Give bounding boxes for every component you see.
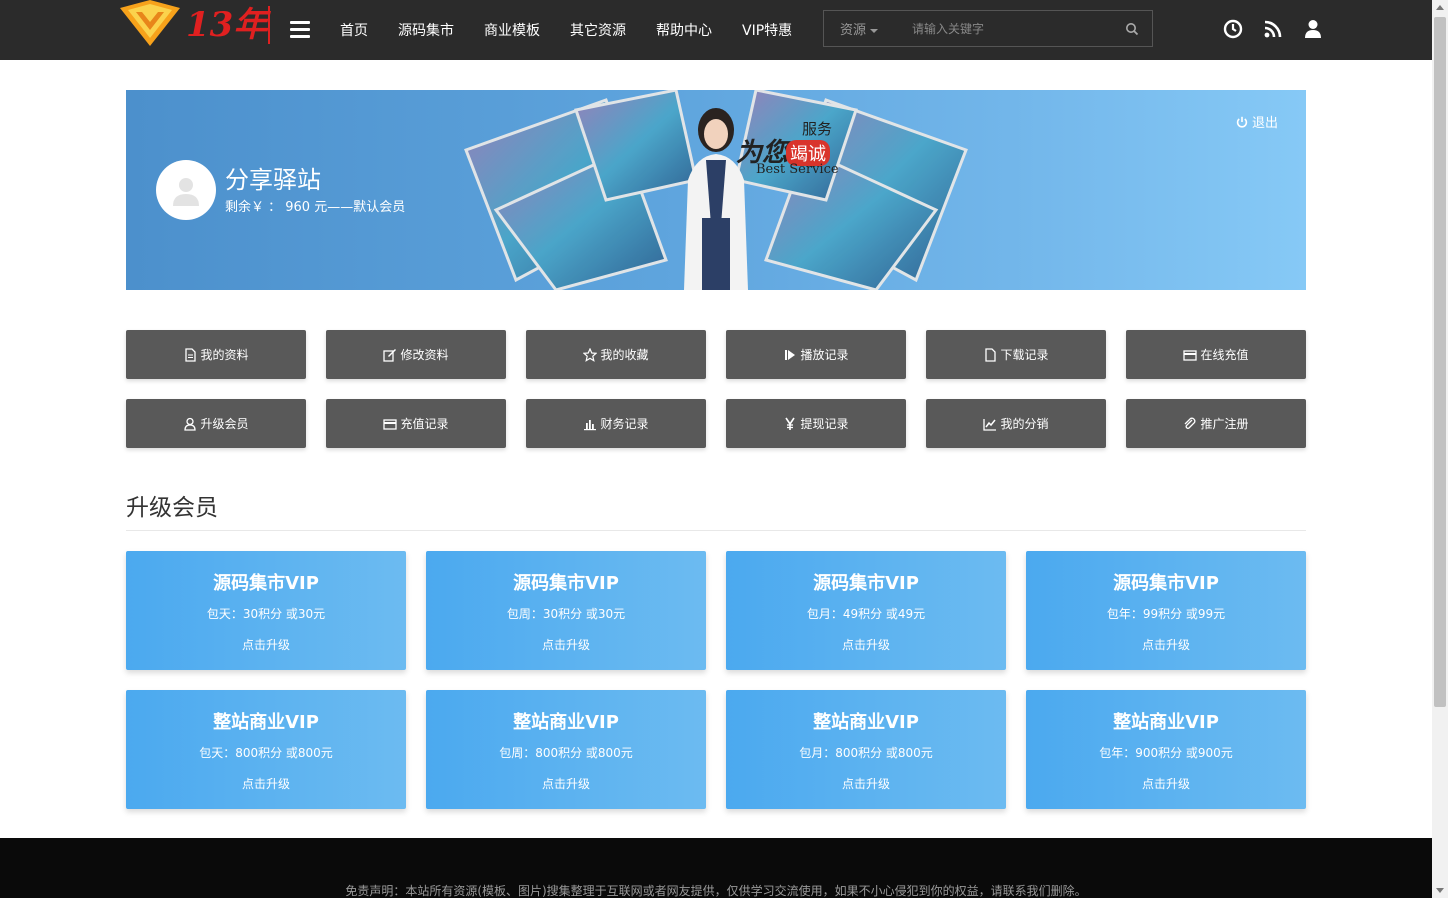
my-favorites-button[interactable]: 我的收藏	[526, 330, 706, 379]
edit-profile-button[interactable]: 修改资料	[326, 330, 506, 379]
vip-title: 整站商业VIP	[213, 712, 319, 733]
upgrade-member-button[interactable]: 升级会员	[126, 399, 306, 448]
vip-card[interactable]: 源码集市VIP 包年：99积分 或99元 点击升级	[1026, 551, 1306, 670]
online-recharge-button[interactable]: 在线充值	[1126, 330, 1306, 379]
yen-icon	[785, 417, 796, 430]
banner-laptops-image	[464, 90, 968, 290]
vip-card[interactable]: 源码集市VIP 包月：49积分 或49元 点击升级	[726, 551, 1006, 670]
vip-card[interactable]: 整站商业VIP 包年：900积分 或900元 点击升级	[1026, 690, 1306, 809]
main-nav: 首页 源码集市 商业模板 其它资源 帮助中心 VIP特惠	[340, 0, 822, 60]
section-title: 升级会员	[126, 495, 218, 521]
vip-upgrade-button[interactable]: 点击升级	[1026, 636, 1306, 653]
username: 分享驿站	[225, 166, 321, 194]
my-distribution-button[interactable]: 我的分销	[926, 399, 1106, 448]
referral-register-button[interactable]: 推广注册	[1126, 399, 1306, 448]
logo-text: 13年	[186, 5, 271, 45]
user-outline-icon	[184, 417, 197, 431]
my-profile-button[interactable]: 我的资料	[126, 330, 306, 379]
search-icon[interactable]	[1112, 11, 1152, 46]
vip-card[interactable]: 整站商业VIP 包天：800积分 或800元 点击升级	[126, 690, 406, 809]
vip-upgrade-button[interactable]: 点击升级	[126, 636, 406, 653]
slogan-best-service: Best Service	[756, 162, 839, 177]
footer: 免责声明：本站所有资源(模板、图片)搜集整理于互联网或者网友提供，仅供学习交流使…	[0, 838, 1432, 898]
vip-upgrade-button[interactable]: 点击升级	[726, 775, 1006, 792]
vip-price: 包月：49积分 或49元	[806, 607, 926, 621]
top-icons	[1222, 18, 1324, 40]
vip-card[interactable]: 整站商业VIP 包周：800积分 或800元 点击升级	[426, 690, 706, 809]
bar-chart-icon	[584, 419, 597, 430]
profile-banner: 服务 为您 竭诚 Best Service 分享驿站 剩余￥ ： 960 元——…	[126, 90, 1306, 290]
vip-upgrade-button[interactable]: 点击升级	[426, 775, 706, 792]
scroll-thumb[interactable]	[1434, 17, 1446, 707]
footer-disclaimer: 免责声明：本站所有资源(模板、图片)搜集整理于互联网或者网友提供，仅供学习交流使…	[345, 884, 1087, 898]
vip-card[interactable]: 源码集市VIP 包周：30积分 或30元 点击升级	[426, 551, 706, 670]
vip-card[interactable]: 源码集市VIP 包天：30积分 或30元 点击升级	[126, 551, 406, 670]
rss-icon[interactable]	[1262, 18, 1284, 40]
vip-price: 包年：99积分 或99元	[1106, 607, 1226, 621]
logout-button[interactable]: 退出	[1236, 112, 1278, 131]
section-divider	[126, 530, 1306, 531]
file-icon	[985, 347, 997, 362]
vip-price: 包天：30积分 或30元	[206, 607, 326, 621]
site-logo[interactable]: 13年	[118, 0, 273, 50]
play-history-button[interactable]: 播放记录	[726, 330, 906, 379]
vip-price: 包周：800积分 或800元	[499, 746, 633, 760]
search-box: 资源	[823, 10, 1153, 47]
vip-title: 源码集市VIP	[513, 573, 619, 594]
vip-upgrade-button[interactable]: 点击升级	[726, 636, 1006, 653]
vip-title: 源码集市VIP	[813, 573, 919, 594]
vip-title: 源码集市VIP	[213, 573, 319, 594]
vip-title: 整站商业VIP	[513, 712, 619, 733]
nav-help-center[interactable]: 帮助中心	[656, 20, 712, 40]
search-input[interactable]	[896, 11, 1112, 46]
document-icon	[185, 347, 197, 362]
vip-price: 包月：800积分 或800元	[799, 746, 933, 760]
top-navbar: 13年 首页 源码集市 商业模板 其它资源 帮助中心 VIP特惠 资源	[0, 0, 1432, 60]
paperclip-icon	[1185, 417, 1196, 429]
vip-upgrade-button[interactable]: 点击升级	[126, 775, 406, 792]
line-chart-icon	[983, 418, 997, 431]
finance-records-button[interactable]: 财务记录	[526, 399, 706, 448]
power-icon	[1236, 116, 1248, 128]
vip-title: 整站商业VIP	[1113, 712, 1219, 733]
play-icon	[785, 349, 796, 360]
star-icon	[583, 347, 598, 362]
scroll-up-arrow[interactable]	[1436, 5, 1444, 10]
vip-upgrade-button[interactable]: 点击升级	[1026, 775, 1306, 792]
download-history-button[interactable]: 下载记录	[926, 330, 1106, 379]
nav-vip-deals[interactable]: VIP特惠	[742, 20, 792, 40]
page-scrollbar[interactable]	[1432, 0, 1448, 898]
recharge-history-button[interactable]: 充值记录	[326, 399, 506, 448]
nav-home[interactable]: 首页	[340, 20, 368, 40]
scroll-down-arrow[interactable]	[1436, 888, 1444, 893]
clock-icon[interactable]	[1222, 18, 1244, 40]
edit-icon	[383, 348, 397, 362]
withdraw-history-button[interactable]: 提现记录	[726, 399, 906, 448]
card-icon	[1183, 349, 1198, 361]
user-icon[interactable]	[1302, 18, 1324, 40]
logout-label: 退出	[1251, 116, 1278, 131]
vip-price: 包年：900积分 或900元	[1099, 746, 1233, 760]
balance-info: 剩余￥ ： 960 元——默认会员	[225, 200, 406, 215]
vip-price: 包天：800积分 或800元	[199, 746, 333, 760]
nav-source-market[interactable]: 源码集市	[398, 20, 454, 40]
card-icon	[383, 418, 398, 430]
search-category-dropdown[interactable]: 资源	[824, 19, 896, 38]
vip-price: 包周：30积分 或30元	[506, 607, 626, 621]
vip-title: 整站商业VIP	[813, 712, 919, 733]
nav-other-resources[interactable]: 其它资源	[570, 20, 626, 40]
account-actions: 我的资料 修改资料 我的收藏 播放记录 下载记录 在线充值 升级会员 充值记录 …	[126, 330, 1306, 448]
menu-toggle-button[interactable]	[290, 21, 310, 39]
slogan-service: 服务	[802, 120, 833, 138]
vip-card[interactable]: 整站商业VIP 包月：800积分 或800元 点击升级	[726, 690, 1006, 809]
vip-title: 源码集市VIP	[1113, 573, 1219, 594]
vip-plans: 源码集市VIP 包天：30积分 或30元 点击升级 源码集市VIP 包周：30积…	[126, 551, 1306, 809]
avatar[interactable]	[156, 160, 216, 220]
vip-upgrade-button[interactable]: 点击升级	[426, 636, 706, 653]
nav-business-templates[interactable]: 商业模板	[484, 20, 540, 40]
